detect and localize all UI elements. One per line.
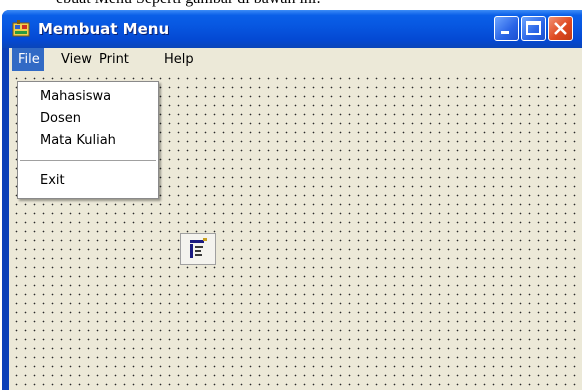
maximize-icon (526, 21, 541, 35)
caption-text: ebuat Menu Seperti gambar di bawah ini: (56, 0, 321, 8)
titlebar[interactable]: Membuat Menu (2, 10, 582, 48)
menu-file[interactable]: File (12, 48, 44, 71)
menubar: File View Print Help (9, 48, 582, 71)
close-button[interactable] (548, 16, 573, 41)
menu-item-mata-kuliah[interactable]: Mata Kuliah (40, 131, 116, 151)
document-caption: ebuat Menu Seperti gambar di bawah ini: (0, 0, 582, 10)
menu-separator (20, 160, 156, 162)
window-title: Membuat Menu (38, 20, 170, 38)
menu-item-exit[interactable]: Exit (40, 171, 65, 191)
menu-item-mahasiswa[interactable]: Mahasiswa (40, 87, 111, 107)
menu-help[interactable]: Help (164, 48, 194, 71)
menu-print[interactable]: Print (99, 48, 129, 71)
menu-view[interactable]: View (61, 48, 92, 71)
file-dropdown-menu: Mahasiswa Dosen Mata Kuliah Exit (17, 81, 159, 199)
menu-editor-control[interactable] (180, 233, 216, 265)
menu-item-dosen[interactable]: Dosen (40, 109, 81, 129)
app-icon (12, 20, 30, 37)
maximize-button[interactable] (521, 16, 546, 41)
app-window: Membuat Menu File View Print Help (2, 10, 582, 390)
menu-editor-icon (190, 238, 207, 258)
minimize-button[interactable] (494, 16, 519, 41)
close-icon (554, 22, 567, 35)
minimize-icon (501, 31, 509, 34)
